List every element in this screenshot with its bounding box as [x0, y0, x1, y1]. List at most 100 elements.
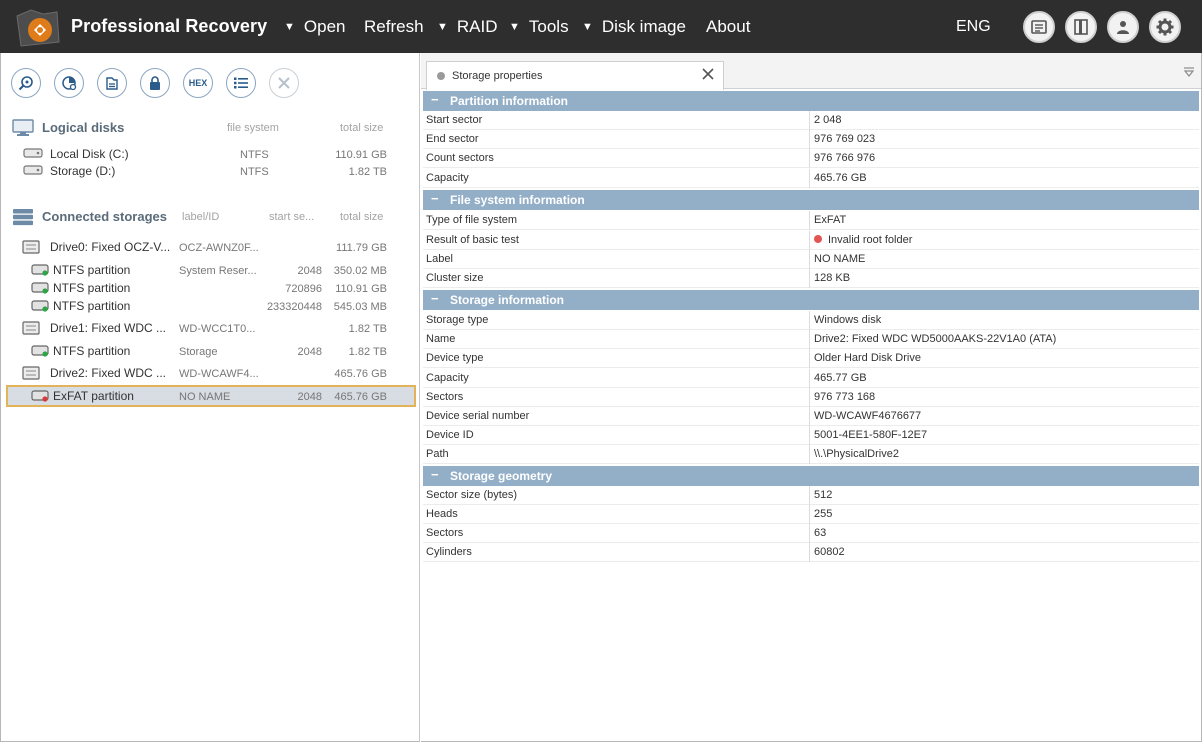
menu-about[interactable]: About — [706, 17, 750, 37]
list-icon — [234, 77, 248, 89]
partition-ok-icon — [31, 345, 49, 357]
collapse-icon[interactable]: − — [431, 191, 439, 206]
logical-disk-name: Storage (D:) — [50, 164, 116, 178]
property-row: Storage type Windows disk — [423, 311, 1199, 330]
panel-toggle-icon — [1074, 19, 1088, 35]
property-row: End sector 976 769 023 — [423, 130, 1199, 149]
storages-icon — [13, 209, 33, 226]
hex-icon: HEX — [188, 78, 208, 88]
collapse-icon[interactable]: − — [431, 291, 439, 306]
property-row: Device type Older Hard Disk Drive — [423, 349, 1199, 368]
column-start-sector[interactable]: start se... — [269, 211, 314, 223]
file-scan-button[interactable] — [97, 68, 127, 98]
menu-disk-image[interactable]: ▼ Disk image — [582, 17, 686, 37]
storage-name: NTFS partition — [53, 299, 131, 313]
search-icon — [18, 76, 33, 91]
storage-size: 465.76 GB — [334, 391, 387, 403]
storage-name: ExFAT partition — [53, 389, 134, 403]
property-row: Cluster size 128 KB — [423, 269, 1199, 288]
hex-button[interactable]: HEX — [183, 68, 213, 98]
storage-start-sector: 2048 — [297, 391, 322, 403]
tab-status-dot — [437, 72, 445, 80]
column-total-size[interactable]: total size — [340, 211, 383, 223]
user-button[interactable] — [1107, 11, 1139, 43]
disk-icon — [23, 148, 43, 158]
user-icon — [1117, 21, 1129, 34]
storage-size: 545.03 MB — [333, 301, 387, 313]
list-button[interactable] — [226, 68, 256, 98]
group-file-system-information[interactable]: − File system information — [423, 190, 1199, 210]
property-row: Cylinders 60802 — [423, 543, 1199, 562]
log-icon — [1031, 20, 1047, 34]
column-label-id[interactable]: label/ID — [182, 211, 219, 223]
property-row: Device ID 5001-4EE1-580F-12E7 — [423, 426, 1199, 445]
settings-button[interactable] — [1149, 11, 1181, 43]
property-row: Heads 255 — [423, 505, 1199, 524]
storage-start-sector: 720896 — [285, 283, 322, 295]
storage-size: 110.91 GB — [335, 283, 387, 295]
menu-open[interactable]: ▼ Open — [284, 17, 345, 37]
scan-button[interactable] — [54, 68, 84, 98]
storage-name: Drive1: Fixed WDC ... — [50, 321, 167, 335]
group-partition-information[interactable]: − Partition information — [423, 91, 1199, 111]
storage-size: 1.82 TB — [348, 323, 387, 335]
logical-disk-fs: NTFS — [240, 149, 269, 161]
tab-label: Storage properties — [452, 70, 543, 82]
lock-button[interactable] — [140, 68, 170, 98]
drive-icon — [22, 366, 40, 380]
app-logo-icon — [16, 9, 60, 47]
property-row: Result of basic test Invalid root folder — [423, 231, 1199, 250]
logical-disk-size: 1.82 TB — [348, 166, 387, 178]
storage-label: OCZ-AWNZ0F... — [179, 242, 259, 254]
group-storage-geometry[interactable]: − Storage geometry — [423, 466, 1199, 486]
lock-icon — [150, 76, 160, 90]
menu-refresh[interactable]: Refresh — [364, 17, 424, 37]
storage-start-sector: 233320448 — [266, 301, 322, 313]
app-title: Professional Recovery — [71, 16, 268, 36]
settings-gear-icon — [1156, 18, 1174, 36]
partition-ok-icon — [31, 264, 49, 276]
drive-icon — [22, 321, 40, 335]
storage-start-sector: 2048 — [297, 346, 322, 358]
panel-toggle-button[interactable] — [1065, 11, 1097, 43]
property-row: Label NO NAME — [423, 250, 1199, 269]
menu-tools[interactable]: ▼ Tools — [509, 17, 569, 37]
logical-disk-size: 110.91 GB — [335, 149, 387, 161]
storage-name: NTFS partition — [53, 263, 131, 277]
property-row: Capacity 465.76 GB — [423, 169, 1199, 188]
storage-label: WD-WCC1T0... — [179, 323, 256, 335]
close-button[interactable] — [269, 68, 299, 98]
partition-error-icon — [31, 390, 49, 402]
group-storage-information[interactable]: − Storage information — [423, 290, 1199, 310]
properties-panel: Storage properties − Partition informatio… — [421, 53, 1202, 742]
storage-name: NTFS partition — [53, 281, 131, 295]
tab-storage-properties[interactable]: Storage properties — [426, 61, 724, 90]
column-total-size[interactable]: total size — [340, 122, 383, 134]
log-button[interactable] — [1023, 11, 1055, 43]
storage-size: 350.02 MB — [333, 265, 387, 277]
storage-label: Storage — [179, 346, 218, 358]
search-button[interactable] — [11, 68, 41, 98]
tab-list-dropdown-icon[interactable] — [1183, 66, 1195, 78]
collapse-icon[interactable]: − — [431, 92, 439, 107]
property-row: Sectors 976 773 168 — [423, 388, 1199, 407]
storage-label: System Reser... — [179, 265, 257, 277]
close-icon — [278, 77, 290, 89]
column-file-system[interactable]: file system — [227, 122, 279, 134]
collapse-icon[interactable]: − — [431, 467, 439, 482]
storage-size: 465.76 GB — [334, 368, 387, 380]
storage-name: Drive0: Fixed OCZ-V... — [50, 240, 171, 254]
storage-start-sector: 2048 — [297, 265, 322, 277]
menu-raid[interactable]: ▼ RAID — [437, 17, 498, 37]
property-row: Start sector 2 048 — [423, 111, 1199, 130]
tab-close-icon[interactable] — [701, 67, 715, 81]
property-row: Device serial number WD-WCAWF4676677 — [423, 407, 1199, 426]
storage-name: Drive2: Fixed WDC ... — [50, 366, 167, 380]
tab-strip: Storage properties — [421, 53, 1201, 90]
language-selector[interactable]: ENG — [956, 18, 991, 36]
disk-icon — [23, 165, 43, 175]
property-row: Type of file system ExFAT — [423, 211, 1199, 230]
property-row: Count sectors 976 766 976 — [423, 149, 1199, 168]
partition-ok-icon — [31, 282, 49, 294]
logical-disks-title: Logical disks — [42, 120, 125, 135]
